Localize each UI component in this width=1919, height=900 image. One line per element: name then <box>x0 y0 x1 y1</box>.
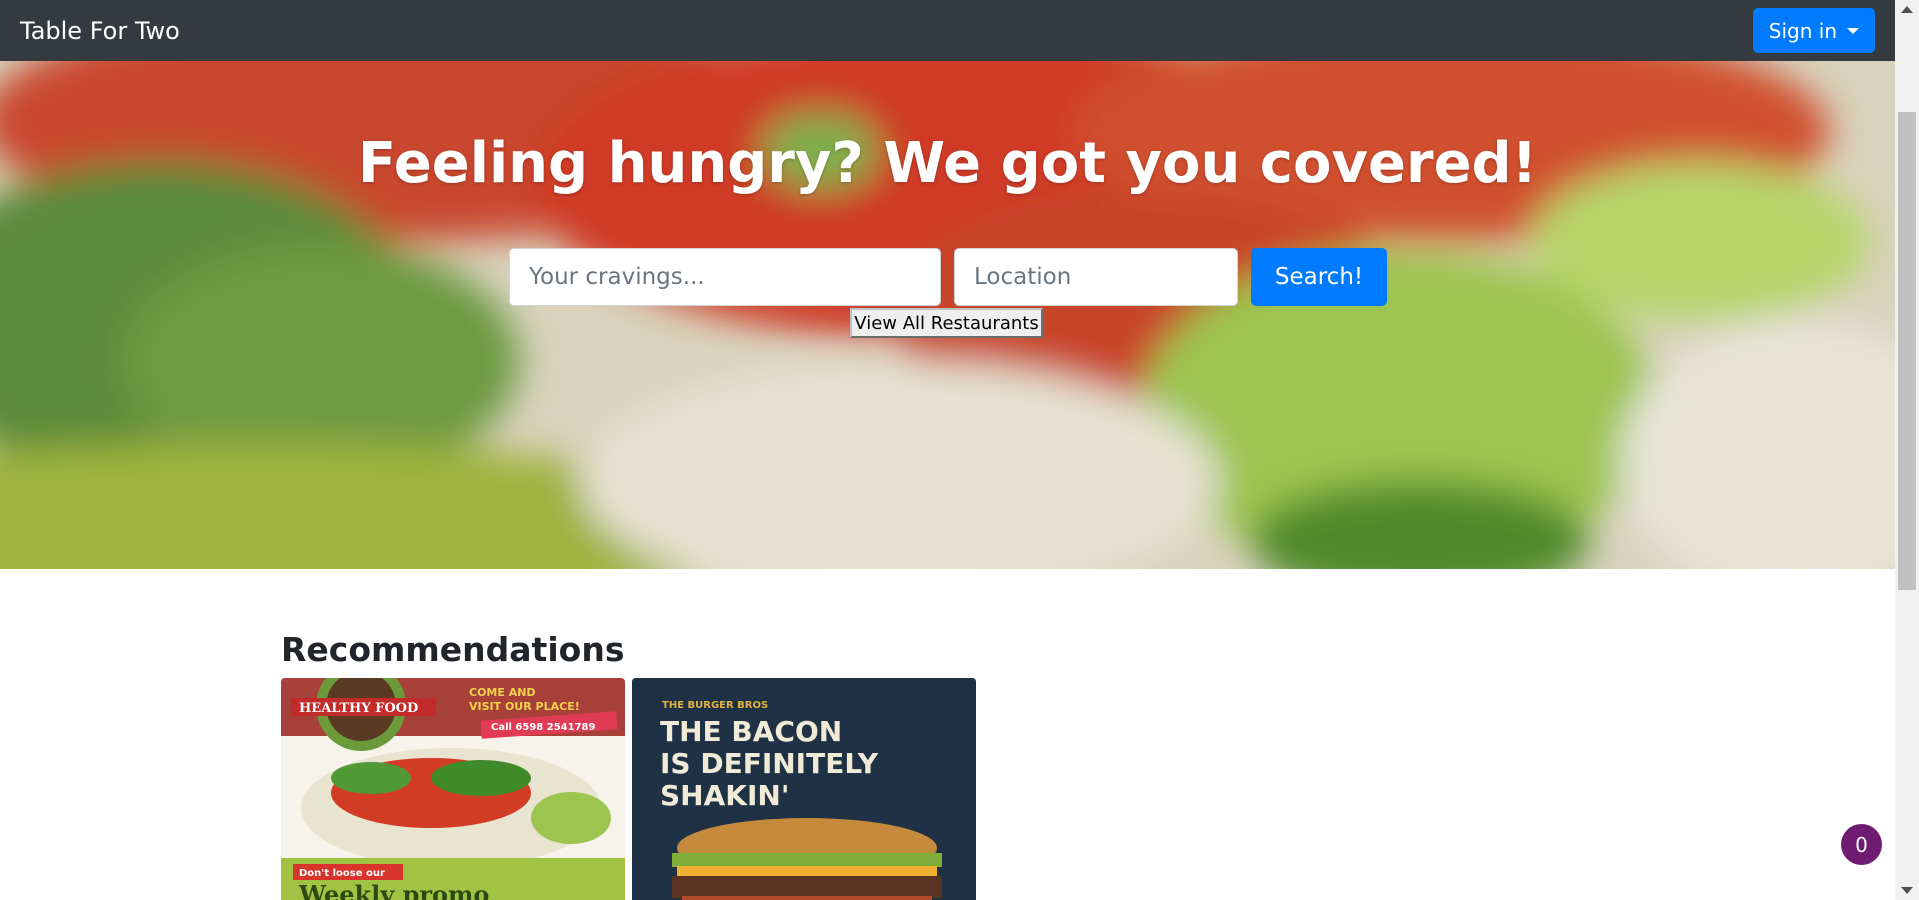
page-scrollbar[interactable] <box>1895 0 1919 900</box>
svg-text:Call 6598 2541789: Call 6598 2541789 <box>491 722 595 733</box>
view-all-restaurants-button[interactable]: View All Restaurants <box>850 308 1043 338</box>
burger-bros-poster-image: THE BURGER BROS THE BACON IS DEFINITELY … <box>632 678 976 900</box>
svg-text:COME AND: COME AND <box>469 686 536 699</box>
caret-down-icon <box>1847 27 1859 34</box>
svg-text:HEALTHY FOOD: HEALTHY FOOD <box>299 701 418 716</box>
search-form: Search! <box>509 248 1387 306</box>
svg-text:SHAKIN': SHAKIN' <box>660 779 789 812</box>
scroll-up-arrow-icon[interactable] <box>1901 6 1913 13</box>
sign-in-dropdown-button[interactable]: Sign in <box>1752 8 1875 53</box>
svg-text:IS DEFINITELY: IS DEFINITELY <box>660 747 879 780</box>
brand-logo-text[interactable]: Table For Two <box>20 17 180 45</box>
cravings-search-input[interactable] <box>509 248 941 306</box>
recommendations-heading: Recommendations <box>281 630 625 669</box>
top-navbar: Table For Two Sign in <box>0 0 1895 61</box>
recommendation-card-healthy-food[interactable]: HEALTHY FOOD COME AND VISIT OUR PLACE! C… <box>281 678 625 900</box>
hero-banner: Feeling hungry? We got you covered! Sear… <box>0 61 1895 569</box>
svg-text:THE BURGER BROS: THE BURGER BROS <box>662 700 768 711</box>
search-button[interactable]: Search! <box>1251 248 1387 306</box>
hero-title: Feeling hungry? We got you covered! <box>357 131 1538 196</box>
scroll-down-arrow-icon[interactable] <box>1901 887 1913 894</box>
svg-text:THE BACON: THE BACON <box>660 715 842 748</box>
recommendation-card-burger-bros[interactable]: THE BURGER BROS THE BACON IS DEFINITELY … <box>632 678 976 900</box>
scrollbar-thumb[interactable] <box>1898 112 1916 590</box>
healthy-food-poster-image: HEALTHY FOOD COME AND VISIT OUR PLACE! C… <box>281 678 625 900</box>
location-input[interactable] <box>954 248 1238 306</box>
svg-text:Weekly promo: Weekly promo <box>298 880 489 900</box>
svg-text:Don't loose our: Don't loose our <box>299 868 385 879</box>
svg-text:VISIT OUR PLACE!: VISIT OUR PLACE! <box>469 700 580 713</box>
sign-in-label: Sign in <box>1768 18 1837 43</box>
notification-count-badge[interactable]: 0 <box>1841 824 1882 865</box>
